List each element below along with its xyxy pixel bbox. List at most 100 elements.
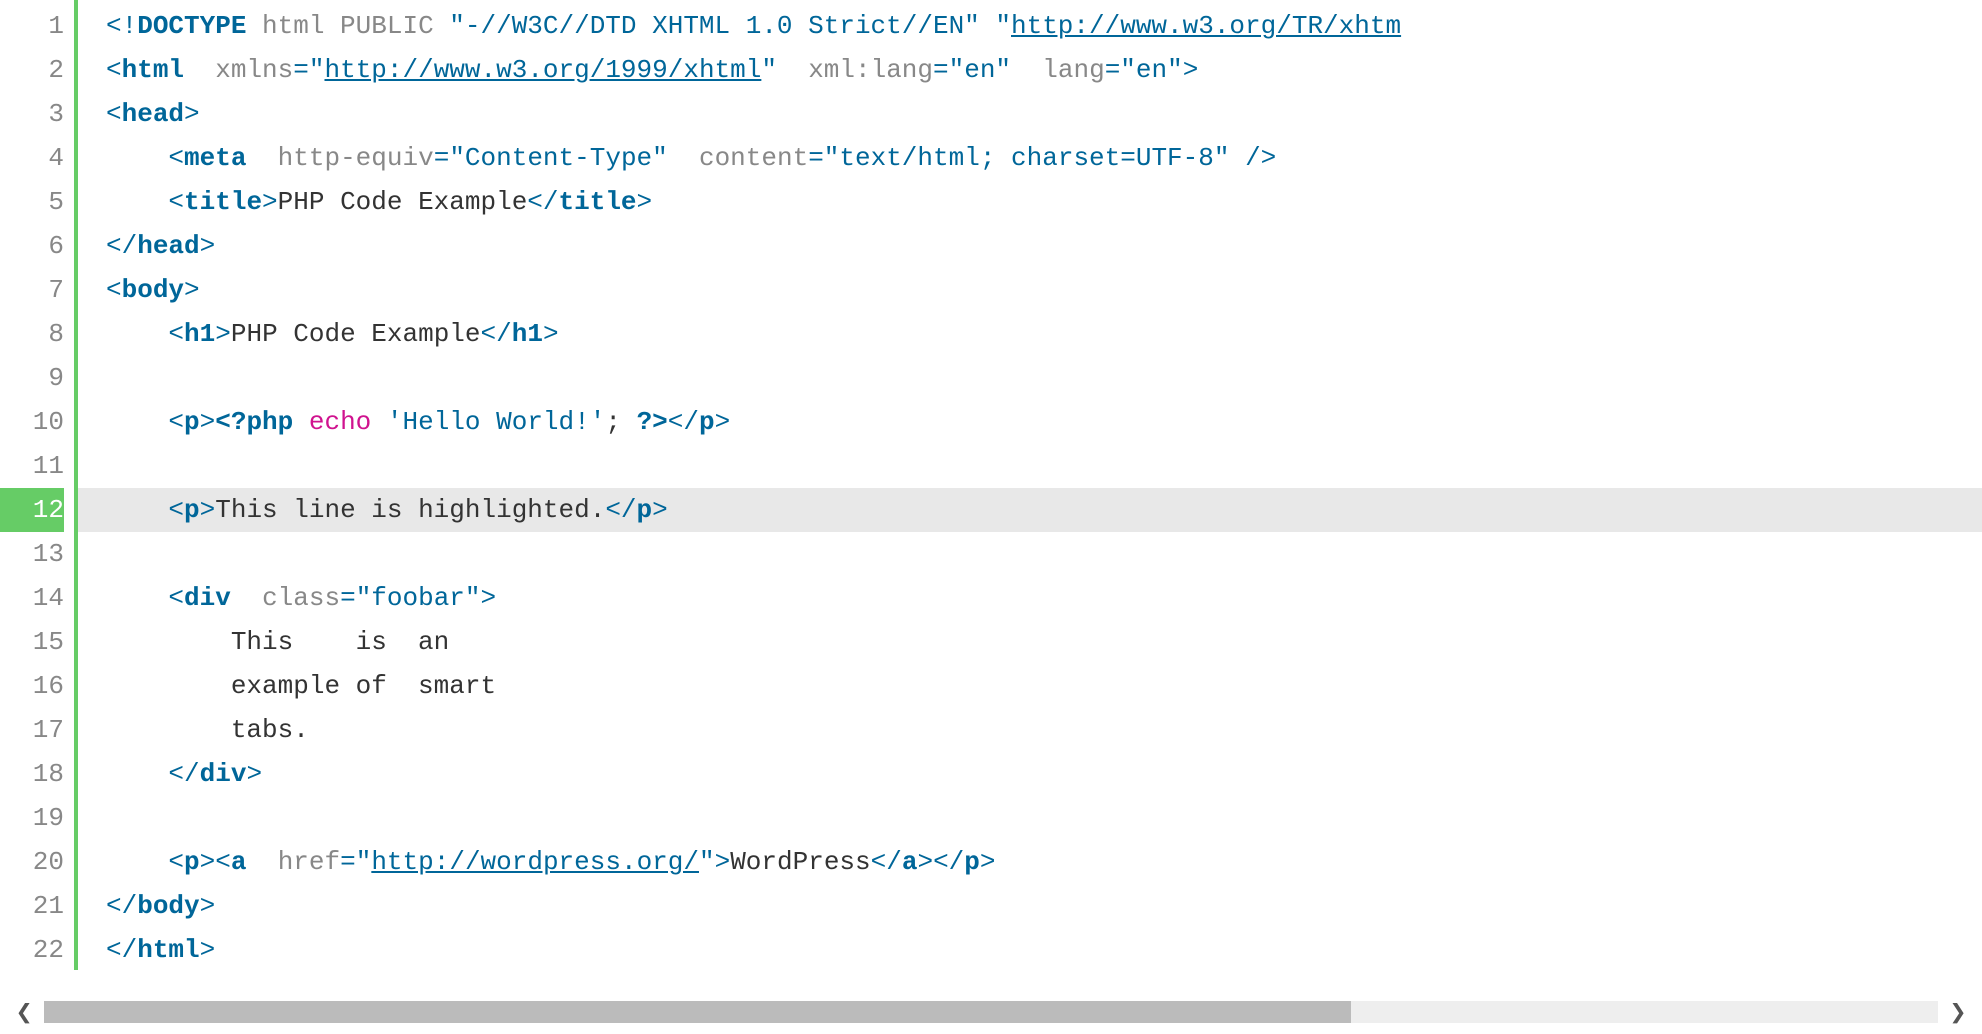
token-tagpunc: > <box>200 407 216 437</box>
line-number: 7 <box>0 268 64 312</box>
token-tagpunc: > <box>715 847 731 877</box>
horizontal-scrollbar: ❮ ❯ <box>0 990 1982 1034</box>
code-line[interactable] <box>106 356 1982 400</box>
code-line[interactable] <box>106 796 1982 840</box>
line-number: 9 <box>0 356 64 400</box>
indent <box>106 187 168 217</box>
token-php-delim: ?> <box>637 407 668 437</box>
token-attr: class <box>262 583 340 613</box>
token-tagpunc: = <box>434 143 450 173</box>
token-str: "en" <box>1120 55 1182 85</box>
token-tagname: meta <box>184 143 246 173</box>
token-plain: tabs. <box>231 715 309 745</box>
line-number: 11 <box>0 444 64 488</box>
code-line[interactable]: </div> <box>106 752 1982 796</box>
code-line[interactable]: <h1>PHP Code Example</h1> <box>106 312 1982 356</box>
line-number: 2 <box>0 48 64 92</box>
token-tagpunc: > <box>215 319 231 349</box>
token-tagname: div <box>184 583 231 613</box>
token-plain <box>231 583 262 613</box>
token-tagpunc: > <box>200 847 216 877</box>
token-plain <box>293 407 309 437</box>
token-tagpunc: < <box>168 407 184 437</box>
token-url: http://wordpress.org/ <box>371 847 699 877</box>
token-tagname: p <box>637 495 653 525</box>
code-line[interactable]: <head> <box>106 92 1982 136</box>
code-line[interactable]: </body> <box>106 884 1982 928</box>
code-line[interactable]: <p><a href="http://wordpress.org/">WordP… <box>106 840 1982 884</box>
scroll-right-arrow-icon[interactable]: ❯ <box>1940 994 1976 1030</box>
code-line[interactable]: <title>PHP Code Example</title> <box>106 180 1982 224</box>
token-str: " <box>699 847 715 877</box>
token-tagname: h1 <box>512 319 543 349</box>
code-editor: 12345678910111213141516171819202122 <!DO… <box>0 0 1982 970</box>
token-tagpunc: </ <box>481 319 512 349</box>
token-tagpunc: > <box>543 319 559 349</box>
token-plain: This is an <box>231 627 449 657</box>
token-attr: http-equiv <box>278 143 434 173</box>
token-tagpunc: < <box>168 583 184 613</box>
indent <box>106 583 168 613</box>
code-line[interactable] <box>106 444 1982 488</box>
code-line[interactable]: </head> <box>106 224 1982 268</box>
code-line[interactable]: <body> <box>106 268 1982 312</box>
token-tagpunc: </ <box>106 891 137 921</box>
token-tagpunc: < <box>106 275 122 305</box>
token-plain <box>1011 55 1042 85</box>
scroll-track[interactable] <box>44 1001 1938 1023</box>
indent <box>106 495 168 525</box>
token-attr: xml:lang <box>808 55 933 85</box>
code-line[interactable]: <div class="foobar"> <box>106 576 1982 620</box>
token-plain: example of smart <box>231 671 496 701</box>
scroll-left-arrow-icon[interactable]: ❮ <box>6 994 42 1030</box>
token-str: "en" <box>949 55 1011 85</box>
token-tagname: p <box>184 495 200 525</box>
token-attr: lang <box>1042 55 1104 85</box>
token-plain: ; <box>605 407 636 437</box>
indent <box>106 319 168 349</box>
token-tagpunc: > <box>200 231 216 261</box>
token-plain: PHP Code Example <box>278 187 528 217</box>
token-tagname: a <box>902 847 918 877</box>
token-tagname: DOCTYPE <box>137 11 246 41</box>
code-line[interactable]: <p>This line is highlighted.</p> <box>78 488 1982 532</box>
token-tagpunc: > <box>246 759 262 789</box>
token-tagpunc: > <box>184 99 200 129</box>
line-number: 19 <box>0 796 64 840</box>
token-tagname: body <box>137 891 199 921</box>
code-line[interactable] <box>106 532 1982 576</box>
code-line[interactable]: <p><?php echo 'Hello World!'; ?></p> <box>106 400 1982 444</box>
token-tagname: h1 <box>184 319 215 349</box>
token-plain: PHP Code Example <box>231 319 481 349</box>
code-line[interactable]: <html xmlns="http://www.w3.org/1999/xhtm… <box>106 48 1982 92</box>
indent <box>106 407 168 437</box>
token-tagpunc: </ <box>106 935 137 965</box>
token-tagname: a <box>231 847 247 877</box>
code-area[interactable]: <!DOCTYPE html PUBLIC "-//W3C//DTD XHTML… <box>78 0 1982 970</box>
token-tagname: p <box>184 847 200 877</box>
token-tagpunc: <! <box>106 11 137 41</box>
code-line[interactable]: <meta http-equiv="Content-Type" content=… <box>106 136 1982 180</box>
line-number: 22 <box>0 928 64 970</box>
token-tagname: body <box>122 275 184 305</box>
token-plain <box>668 143 699 173</box>
token-tagpunc: = <box>1105 55 1121 85</box>
line-number: 3 <box>0 92 64 136</box>
code-line[interactable]: This is an <box>106 620 1982 664</box>
token-tagpunc: </ <box>933 847 964 877</box>
token-str: "-//W3C//DTD XHTML 1.0 Strict//EN" <box>449 11 980 41</box>
scroll-thumb[interactable] <box>44 1001 1351 1023</box>
code-line[interactable]: example of smart <box>106 664 1982 708</box>
line-number: 12 <box>0 488 64 532</box>
token-tagname: html <box>137 935 199 965</box>
line-number: 1 <box>0 4 64 48</box>
token-plain: WordPress <box>730 847 870 877</box>
code-line[interactable]: tabs. <box>106 708 1982 752</box>
code-line[interactable]: <!DOCTYPE html PUBLIC "-//W3C//DTD XHTML… <box>106 4 1982 48</box>
token-php-delim: <?php <box>215 407 293 437</box>
token-url: http://www.w3.org/TR/xhtm <box>1011 11 1401 41</box>
token-attr: content <box>699 143 808 173</box>
token-tagpunc: </ <box>168 759 199 789</box>
code-line[interactable]: </html> <box>106 928 1982 970</box>
token-attr: xmlns <box>215 55 293 85</box>
